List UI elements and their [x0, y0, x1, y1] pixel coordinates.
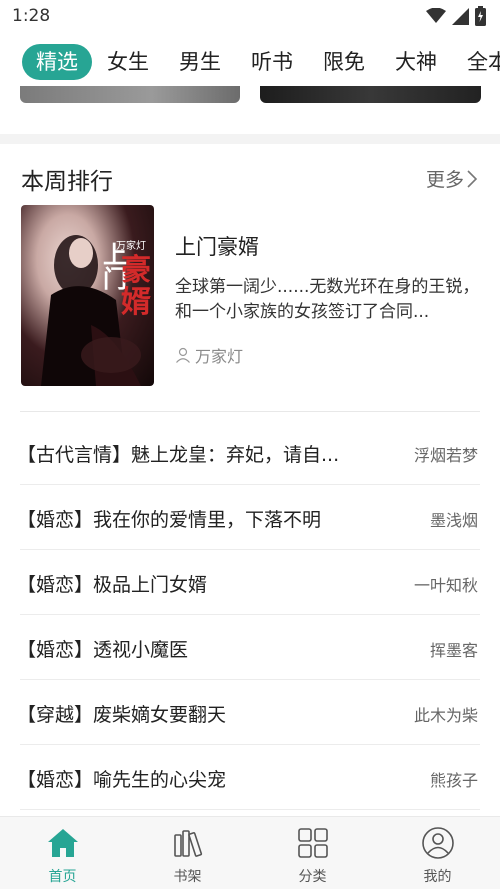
list-item[interactable]: 【婚恋】喻先生的心尖宠 熊孩子 — [0, 745, 500, 810]
list-item-author: 熊孩子 — [429, 771, 478, 790]
tab-audiobook[interactable]: 听书 — [236, 44, 308, 80]
signal-icon — [452, 7, 469, 25]
bookshelf-icon — [173, 830, 202, 857]
list-item-author: 浮烟若梦 — [413, 446, 478, 465]
list-item[interactable]: 【古代言情】魅上龙皇：弃妃，请自... 浮烟若梦 — [0, 420, 500, 485]
featured-author-name: 万家灯 — [195, 347, 244, 366]
nav-label: 首页 — [48, 869, 77, 885]
tab-free[interactable]: 限免 — [308, 44, 380, 80]
book-cover[interactable]: 万家灯 上门 豪婿 — [21, 205, 154, 386]
tab-complete[interactable]: 全本 — [452, 44, 500, 80]
list-item-author: 挥墨客 — [429, 641, 478, 660]
list-item-author: 此木为柴 — [413, 706, 478, 725]
category-icon — [297, 828, 328, 858]
list-item-title: 【婚恋】我在你的爱情里，下落不明 — [17, 509, 322, 531]
divider — [20, 411, 480, 412]
more-label: 更多 — [425, 169, 464, 191]
battery-icon — [475, 6, 486, 26]
featured-author: 万家灯 — [175, 343, 243, 367]
ranking-list: 【古代言情】魅上龙皇：弃妃，请自... 浮烟若梦 【婚恋】我在你的爱情里，下落不… — [0, 420, 500, 810]
list-item[interactable]: 【婚恋】透视小魔医 挥墨客 — [0, 615, 500, 680]
featured-description: 全球第一阔少......无数光环在身的王锐，和一个小家族的女孩签订了合同... — [175, 277, 480, 322]
banner-image-left[interactable] — [20, 86, 240, 103]
tab-male[interactable]: 男生 — [164, 44, 236, 80]
tab-female[interactable]: 女生 — [92, 44, 164, 80]
status-time: 1:28 — [12, 6, 51, 26]
list-item-title: 【穿越】废柴嫡女要翻天 — [17, 704, 227, 726]
list-item[interactable]: 【穿越】废柴嫡女要翻天 此木为柴 — [0, 680, 500, 745]
tab-masters[interactable]: 大神 — [380, 44, 452, 80]
nav-label: 我的 — [423, 869, 452, 885]
category-tabs: 精选 女生 男生 听书 限免 大神 全本 — [0, 40, 500, 84]
cover-title-part2: 豪婿 — [121, 253, 151, 320]
section-divider — [0, 134, 500, 144]
profile-icon — [421, 827, 454, 859]
list-item[interactable]: 【婚恋】极品上门女婿 一叶知秋 — [0, 550, 500, 615]
banner-strip — [0, 86, 500, 104]
user-icon — [176, 347, 190, 363]
section-title: 本周排行 — [21, 169, 113, 195]
banner-image-right[interactable] — [260, 86, 481, 103]
nav-label: 书架 — [173, 869, 202, 885]
status-bar: 1:28 — [0, 0, 500, 34]
list-item-author: 一叶知秋 — [413, 576, 478, 595]
featured-title[interactable]: 上门豪婿 — [175, 231, 259, 261]
list-item-title: 【婚恋】透视小魔医 — [17, 639, 189, 661]
list-item-title: 【婚恋】喻先生的心尖宠 — [17, 769, 227, 791]
ranking-header: 本周排行 更多 — [0, 156, 500, 200]
list-item[interactable]: 【婚恋】我在你的爱情里，下落不明 墨浅烟 — [0, 485, 500, 550]
nav-item-bookshelf[interactable]: 书架 — [125, 817, 250, 889]
list-item-author: 墨浅烟 — [429, 511, 478, 530]
nav-item-home[interactable]: 首页 — [0, 817, 125, 889]
home-icon — [47, 829, 78, 857]
wifi-icon — [426, 8, 446, 23]
chevron-right-icon — [467, 169, 478, 188]
bottom-nav: 首页 书架 分类 我的 — [0, 816, 500, 889]
list-item-title: 【古代言情】魅上龙皇：弃妃，请自... — [17, 444, 340, 466]
tab-featured[interactable]: 精选 — [22, 44, 92, 80]
status-icons — [426, 6, 486, 26]
more-link[interactable]: 更多 — [426, 165, 478, 192]
nav-item-category[interactable]: 分类 — [250, 817, 375, 889]
nav-item-profile[interactable]: 我的 — [375, 817, 500, 889]
list-item-title: 【婚恋】极品上门女婿 — [17, 574, 208, 596]
nav-label: 分类 — [298, 869, 327, 885]
divider — [20, 809, 480, 810]
featured-book[interactable]: 万家灯 上门 豪婿 上门豪婿 全球第一阔少......无数光环在身的王锐，和一个… — [0, 205, 500, 390]
